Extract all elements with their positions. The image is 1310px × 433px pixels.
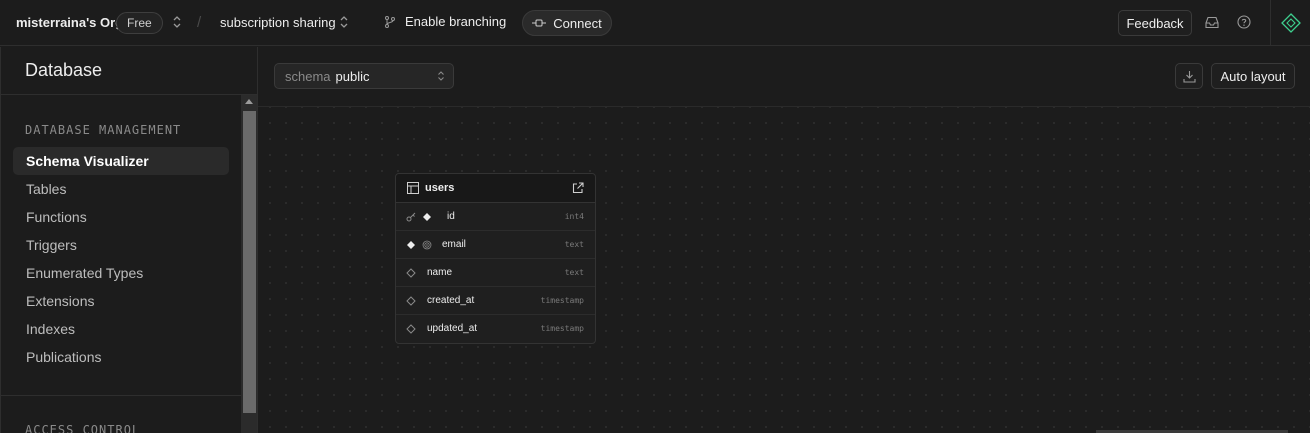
column-type: text bbox=[564, 240, 584, 249]
sidebar-item-extensions[interactable]: Extensions bbox=[13, 287, 229, 315]
feedback-button[interactable]: Feedback bbox=[1118, 10, 1192, 36]
sidebar-divider bbox=[1, 395, 241, 396]
plug-icon bbox=[532, 19, 547, 27]
org-name[interactable]: misterraina's Org bbox=[16, 15, 123, 30]
sidebar-title: Database bbox=[1, 47, 257, 95]
column-type: text bbox=[564, 268, 584, 277]
table-column-row[interactable]: created_at timestamp bbox=[396, 287, 595, 315]
help-icon[interactable] bbox=[1236, 14, 1252, 30]
external-link-icon[interactable] bbox=[572, 182, 584, 194]
column-name: name bbox=[427, 267, 453, 278]
project-name[interactable]: subscription sharing bbox=[220, 15, 336, 30]
connect-button[interactable]: Connect bbox=[522, 10, 612, 36]
connect-label: Connect bbox=[553, 15, 602, 31]
column-type: timestamp bbox=[540, 296, 584, 305]
chevron-updown-icon bbox=[438, 71, 444, 81]
table-node-title: users bbox=[425, 182, 455, 194]
enable-branching-button[interactable]: Enable branching bbox=[383, 14, 506, 29]
table-icon bbox=[407, 182, 419, 194]
column-type: int4 bbox=[564, 212, 584, 221]
table-column-row[interactable]: updated_at timestamp bbox=[396, 315, 595, 343]
breadcrumb-separator: / bbox=[197, 14, 202, 31]
sidebar-item-triggers[interactable]: Triggers bbox=[13, 231, 229, 259]
sidebar-section-title: DATABASE MANAGEMENT bbox=[25, 123, 182, 137]
sidebar: Database DATABASE MANAGEMENT Schema Visu… bbox=[0, 47, 258, 433]
sidebar-item-indexes[interactable]: Indexes bbox=[13, 315, 229, 343]
auto-layout-label: Auto layout bbox=[1220, 68, 1286, 84]
auto-layout-button[interactable]: Auto layout bbox=[1211, 63, 1295, 89]
assistant-logo-button[interactable] bbox=[1270, 0, 1310, 46]
project-switcher-icon[interactable] bbox=[339, 15, 349, 29]
sidebar-section-title-access-control: ACCESS CONTROL bbox=[25, 423, 141, 433]
schema-select-prefix: schema bbox=[285, 68, 331, 84]
sidebar-item-tables[interactable]: Tables bbox=[13, 175, 229, 203]
download-button[interactable] bbox=[1175, 63, 1203, 89]
canvas-toolbar: schema public Auto layout bbox=[258, 47, 1310, 107]
org-switcher-icon[interactable] bbox=[172, 15, 182, 29]
diamond-outline-icon bbox=[406, 268, 416, 278]
column-type: timestamp bbox=[540, 324, 584, 333]
sidebar-item-schema-visualizer[interactable]: Schema Visualizer bbox=[13, 147, 229, 175]
top-bar: misterraina's Org Free / subscription sh… bbox=[0, 0, 1310, 46]
schema-select-value: public bbox=[335, 68, 370, 84]
table-column-row[interactable]: name text bbox=[396, 259, 595, 287]
table-column-row[interactable]: email text bbox=[396, 231, 595, 259]
table-node-users[interactable]: users id int4 email text name text creat… bbox=[395, 173, 596, 344]
plan-badge: Free bbox=[116, 12, 163, 34]
git-branch-icon bbox=[385, 15, 395, 28]
diamond-outline-icon bbox=[406, 296, 416, 306]
sidebar-item-publications[interactable]: Publications bbox=[13, 343, 229, 371]
column-name: created_at bbox=[427, 295, 475, 306]
diamond-outline-icon bbox=[406, 324, 416, 334]
table-column-row[interactable]: id int4 bbox=[396, 203, 595, 231]
column-name: email bbox=[442, 239, 466, 250]
column-name: updated_at bbox=[427, 323, 478, 334]
diamond-filled-icon bbox=[423, 213, 431, 221]
sidebar-item-functions[interactable]: Functions bbox=[13, 203, 229, 231]
sidebar-scrollbar-thumb[interactable] bbox=[243, 111, 256, 413]
diamond-logo-icon bbox=[1280, 13, 1301, 33]
inbox-icon[interactable] bbox=[1204, 14, 1220, 30]
download-icon bbox=[1182, 70, 1196, 83]
schema-select[interactable]: schema public bbox=[274, 63, 454, 89]
column-name: id bbox=[447, 211, 455, 222]
schema-canvas[interactable]: schema public Auto layout users id int4 … bbox=[258, 47, 1310, 433]
diamond-filled-icon bbox=[407, 241, 415, 249]
fingerprint-icon bbox=[422, 240, 432, 250]
enable-branching-label: Enable branching bbox=[405, 14, 507, 29]
scroll-up-arrow-icon[interactable] bbox=[245, 99, 253, 104]
sidebar-item-enumerated-types[interactable]: Enumerated Types bbox=[13, 259, 229, 287]
table-node-header: users bbox=[396, 174, 595, 203]
feedback-label: Feedback bbox=[1126, 15, 1184, 31]
key-icon bbox=[406, 212, 416, 222]
